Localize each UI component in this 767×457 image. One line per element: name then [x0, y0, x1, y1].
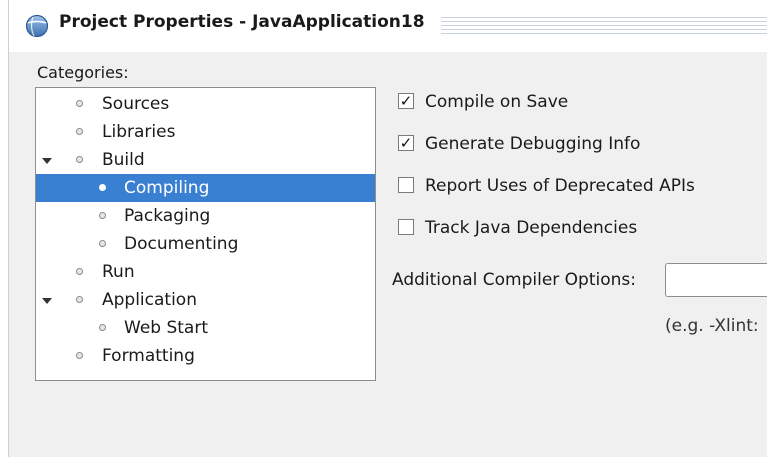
- globe-icon: [25, 14, 49, 38]
- tree-node-bullet-icon: [76, 352, 83, 359]
- tree-item-documenting[interactable]: Documenting: [36, 230, 375, 258]
- generate-debugging-info-checkbox[interactable]: ✓: [398, 135, 414, 151]
- expand-arrow-icon[interactable]: [42, 146, 52, 174]
- tree-item-run[interactable]: Run: [36, 258, 375, 286]
- window-title: Project Properties - JavaApplication18: [59, 12, 425, 32]
- generate-debugging-info-label: Generate Debugging Info: [425, 134, 641, 154]
- expand-arrow-icon[interactable]: [42, 286, 52, 314]
- tree-node-bullet-icon: [76, 156, 83, 163]
- tree-item-sources[interactable]: Sources: [36, 90, 375, 118]
- title-bar-grip: [441, 17, 767, 37]
- tree-item-packaging[interactable]: Packaging: [36, 202, 375, 230]
- tree-node-bullet-icon: [99, 184, 106, 191]
- categories-label: Categories:: [37, 63, 129, 82]
- tree-item-label: Packaging: [124, 206, 211, 226]
- tree-item-label: Formatting: [102, 346, 195, 366]
- track-java-dependencies-label: Track Java Dependencies: [425, 218, 638, 238]
- compiler-options-hint: (e.g. -Xlint:: [665, 316, 759, 336]
- tree-item-web-start[interactable]: Web Start: [36, 314, 375, 342]
- tree-item-label: Run: [102, 262, 135, 282]
- report-deprecated-apis-label: Report Uses of Deprecated APIs: [425, 176, 695, 196]
- tree-item-build[interactable]: Build: [36, 146, 375, 174]
- track-java-dependencies-checkbox[interactable]: [398, 219, 414, 235]
- title-bar[interactable]: Project Properties - JavaApplication18: [9, 0, 767, 52]
- tree-item-libraries[interactable]: Libraries: [36, 118, 375, 146]
- tree-node-bullet-icon: [76, 268, 83, 275]
- tree-item-label: Build: [102, 150, 145, 170]
- tree-item-compiling[interactable]: Compiling: [36, 174, 375, 202]
- tree-item-formatting[interactable]: Formatting: [36, 342, 375, 370]
- tree-node-bullet-icon: [99, 324, 106, 331]
- tree-item-label: Documenting: [124, 234, 239, 254]
- tree-item-label: Compiling: [124, 178, 210, 198]
- tree-node-bullet-icon: [99, 240, 106, 247]
- report-deprecated-apis-checkbox[interactable]: [398, 177, 414, 193]
- tree-item-label: Libraries: [102, 122, 176, 142]
- tree-item-label: Sources: [102, 94, 170, 114]
- compile-on-save-checkbox[interactable]: ✓: [398, 93, 414, 109]
- tree-node-bullet-icon: [99, 212, 106, 219]
- tree-node-bullet-icon: [76, 100, 83, 107]
- tree-item-label: Web Start: [124, 318, 208, 338]
- tree-node-bullet-icon: [76, 296, 83, 303]
- additional-compiler-options-input[interactable]: [665, 263, 767, 297]
- project-properties-dialog: Project Properties - JavaApplication18 C…: [8, 0, 767, 457]
- additional-compiler-options-label: Additional Compiler Options:: [392, 270, 636, 290]
- tree-item-application[interactable]: Application: [36, 286, 375, 314]
- categories-tree[interactable]: Sources Libraries Build Compiling Packag…: [35, 87, 376, 381]
- tree-node-bullet-icon: [76, 128, 83, 135]
- tree-item-label: Application: [102, 290, 197, 310]
- compile-on-save-label: Compile on Save: [425, 92, 569, 112]
